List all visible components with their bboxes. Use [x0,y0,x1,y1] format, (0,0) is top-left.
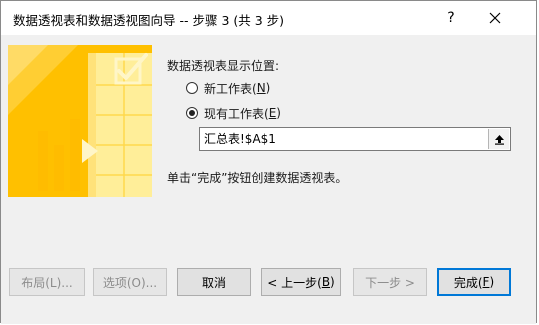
options-button[interactable]: 选项(O)... [93,268,167,296]
layout-button[interactable]: 布局(L)... [9,268,85,296]
back-button[interactable]: < 上一步(B) [261,268,341,296]
collapse-dialog-icon [494,134,504,145]
pivot-wizard-dialog: 数据透视表和数据透视图向导 -- 步骤 3 (共 3 步) ? 数据透视表显示位… [0,0,537,324]
existing-sheet-suffix: ) [276,106,281,120]
new-sheet-radio[interactable] [186,82,198,94]
help-button[interactable]: ? [439,1,463,35]
new-sheet-label: 新工作表( [204,81,257,96]
reference-input[interactable] [204,128,484,150]
close-button[interactable] [481,1,509,35]
existing-sheet-option[interactable]: 现有工作表(E) [186,104,281,122]
finish-label: 完成( [453,275,483,290]
finish-suffix: ) [489,275,495,289]
new-sheet-hotkey: N [256,81,266,95]
title-bar: 数据透视表和数据透视图向导 -- 步骤 3 (共 3 步) ? [1,1,536,35]
window-title: 数据透视表和数据透视图向导 -- 步骤 3 (共 3 步) [13,13,285,28]
finish-hint: 单击“完成”按钮创建数据透视表。 [167,171,348,185]
back-suffix: ) [330,275,335,289]
pivot-wizard-illustration [8,45,152,197]
close-icon [489,12,501,24]
collapse-dialog-button[interactable] [488,129,509,149]
new-sheet-option[interactable]: 新工作表(N) [186,79,270,97]
location-heading: 数据透视表显示位置: [167,59,280,73]
finish-hotkey: F [482,275,490,289]
reference-field [199,127,511,151]
finish-button[interactable]: 完成(F) [437,268,511,296]
cancel-button[interactable]: 取消 [177,268,251,296]
back-label: < 上一步( [267,275,322,290]
back-hotkey: B [321,275,331,289]
existing-sheet-label: 现有工作表( [204,106,269,121]
new-sheet-suffix: ) [265,81,271,95]
dialog-body: 数据透视表显示位置: 新工作表(N) 现有工作表(E) 单击“完成”按钮创建数据… [1,35,536,324]
next-button[interactable]: 下一步 > [353,268,427,296]
existing-sheet-radio[interactable] [186,107,198,119]
existing-sheet-hotkey: E [268,106,277,120]
